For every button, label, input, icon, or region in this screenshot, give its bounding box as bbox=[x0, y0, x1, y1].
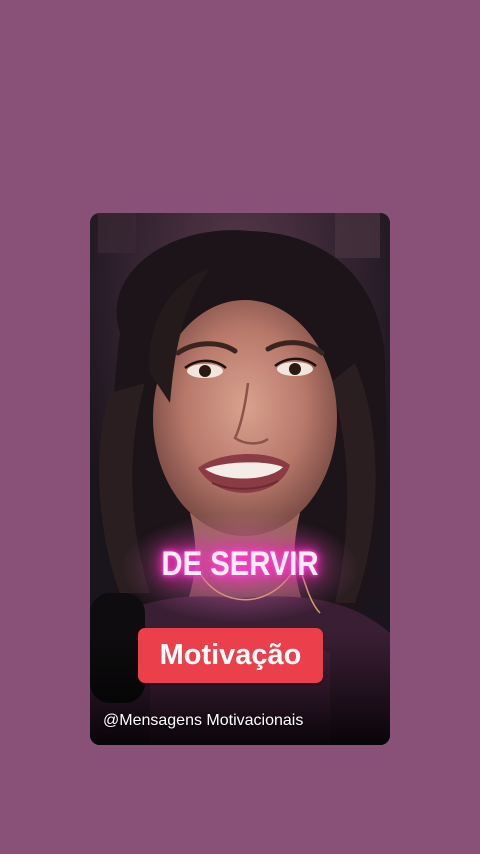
motivacao-tag-button[interactable]: Motivação bbox=[138, 628, 323, 683]
channel-handle[interactable]: @Mensagens Motivacionais bbox=[103, 712, 303, 730]
video-card[interactable]: DE SERVIR Motivação @Mensagens Motivacio… bbox=[90, 213, 390, 745]
caption-text: DE SERVIR bbox=[161, 545, 319, 583]
